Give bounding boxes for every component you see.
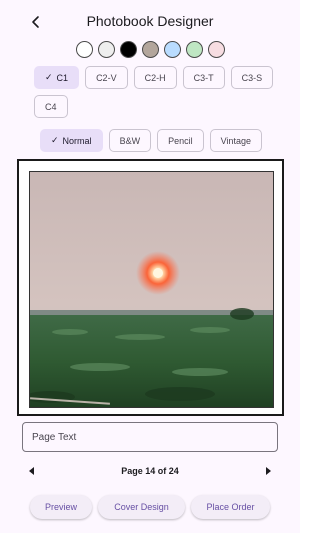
action-bar: Preview Cover Design Place Order	[0, 495, 300, 519]
swatch-white[interactable]	[75, 41, 93, 58]
chip-label: C3-S	[241, 72, 263, 83]
layout-chip-c4[interactable]: C4	[34, 95, 68, 118]
layout-chip-c2-h[interactable]: C2-H	[133, 66, 177, 89]
page-text-input[interactable]	[22, 422, 278, 452]
cover-design-button[interactable]: Cover Design	[98, 495, 185, 519]
chip-label: Vintage	[220, 135, 251, 146]
swatch-pink[interactable]	[207, 41, 225, 58]
chip-label: C2-H	[144, 72, 166, 83]
app-header: Photobook Designer	[0, 8, 300, 36]
chip-label: C1	[56, 72, 69, 83]
preview-button[interactable]: Preview	[30, 495, 92, 519]
layout-chip-c2-v[interactable]: C2-V	[85, 66, 128, 89]
filter-chip-vintage[interactable]: Vintage	[209, 129, 262, 152]
page-title: Photobook Designer	[86, 13, 214, 29]
filter-chip-pencil[interactable]: Pencil	[157, 129, 204, 152]
page-preview-frame	[17, 159, 284, 416]
swatch-black[interactable]	[119, 41, 137, 58]
page-indicator: Page 14 of 24	[121, 466, 179, 476]
swatch-light-gray[interactable]	[97, 41, 115, 58]
swatch-mint[interactable]	[185, 41, 203, 58]
arrow-right-icon[interactable]	[263, 466, 273, 476]
filter-chips: ✓ Normal B&W Pencil Vintage	[40, 129, 280, 152]
sunset-landscape-image	[30, 172, 273, 407]
swatch-taupe[interactable]	[141, 41, 159, 58]
filter-chip-bw[interactable]: B&W	[108, 129, 152, 152]
check-icon: ✓	[45, 72, 53, 82]
layout-chips: ✓ C1 C2-V C2-H C3-T C3-S	[34, 66, 274, 89]
chip-label: C4	[45, 101, 57, 112]
chip-label: C3-T	[193, 72, 214, 83]
layout-chip-c3-t[interactable]: C3-T	[182, 66, 225, 89]
chip-label: C2-V	[96, 72, 117, 83]
swatch-light-blue[interactable]	[163, 41, 181, 58]
chip-label: Pencil	[168, 135, 193, 146]
page-navigation: Page 14 of 24	[0, 462, 300, 480]
chip-label: B&W	[119, 135, 141, 146]
background-color-picker	[0, 41, 300, 58]
place-order-button[interactable]: Place Order	[191, 495, 270, 519]
layout-chip-c1[interactable]: ✓ C1	[34, 66, 80, 89]
layout-chip-c3-s[interactable]: C3-S	[230, 66, 274, 89]
check-icon: ✓	[51, 135, 59, 145]
chip-label: Normal	[62, 135, 92, 146]
layout-chips-row-2: C4	[34, 95, 274, 118]
filter-chip-normal[interactable]: ✓ Normal	[40, 129, 103, 152]
page-photo[interactable]	[29, 171, 274, 408]
app-screen: Photobook Designer ✓ C1 C2-V C2-H C3-T C…	[0, 0, 300, 533]
